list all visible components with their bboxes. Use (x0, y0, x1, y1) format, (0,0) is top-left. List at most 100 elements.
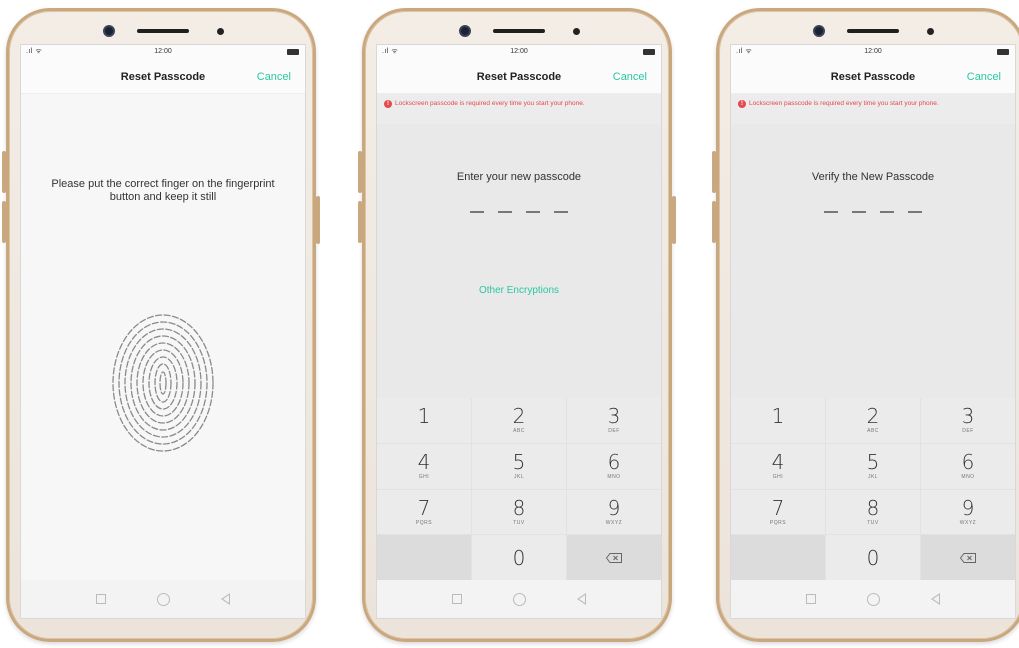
status-time: 12:00 (154, 48, 172, 55)
key-digit: 3 (607, 404, 621, 429)
home-icon[interactable] (512, 592, 526, 606)
key-empty (731, 535, 825, 580)
key-digit: 5 (866, 450, 880, 475)
warning-text: Lockscreen passcode is required every ti… (749, 100, 939, 107)
cancel-button[interactable]: Cancel (613, 71, 647, 83)
alert-icon: ! (738, 100, 746, 108)
passcode-slot (852, 211, 866, 213)
key-6[interactable]: 6 MNO (567, 443, 661, 489)
passcode-slot (554, 211, 568, 213)
passcode-prompt: Enter your new passcode (456, 171, 582, 183)
passcode-slot (498, 211, 512, 213)
proximity-sensor (573, 28, 580, 35)
key-9[interactable]: 9 WXYZ (921, 489, 1015, 535)
key-2[interactable]: 2 ABC (472, 398, 566, 443)
passcode-prompt: Verify the New Passcode (811, 171, 935, 183)
phone-verify-passcode-screen: .ıl ᯤ 12:00 Reset Passcode Cancel ! Lock… (712, 8, 1019, 642)
speaker-grille (847, 29, 899, 33)
speaker-grille (493, 29, 545, 33)
key-digit: 6 (607, 450, 621, 475)
key-1[interactable]: 1 (377, 398, 471, 443)
screen: .ıl ᯤ 12:00 Reset Passcode Cancel ! Lock… (376, 44, 662, 619)
key-4[interactable]: 4 GHI (731, 443, 825, 489)
system-nav-bar (731, 580, 1015, 618)
key-letters: PQRS (415, 519, 433, 526)
back-icon[interactable] (220, 593, 230, 605)
key-digit: 8 (866, 495, 880, 520)
passcode-dots (377, 211, 661, 213)
key-3[interactable]: 3 DEF (567, 398, 661, 443)
passcode-slot (908, 211, 922, 213)
recent-apps-icon[interactable] (806, 594, 817, 604)
system-nav-bar (377, 580, 661, 618)
home-icon[interactable] (866, 592, 880, 606)
key-digit: 9 (961, 495, 975, 520)
phone-enter-passcode-screen: .ıl ᯤ 12:00 Reset Passcode Cancel ! Lock… (358, 8, 676, 642)
nav-bar: Reset Passcode Cancel (21, 59, 305, 94)
key-5[interactable]: 5 JKL (826, 443, 920, 489)
cancel-button[interactable]: Cancel (967, 71, 1001, 83)
key-digit: 0 (512, 545, 526, 570)
key-7[interactable]: 7 PQRS (377, 489, 471, 535)
key-digit: 0 (866, 545, 880, 570)
key-4[interactable]: 4 GHI (377, 443, 471, 489)
key-9[interactable]: 9 WXYZ (567, 489, 661, 535)
screen: .ıl ᯤ 12:00 Reset Passcode Cancel Please… (20, 44, 306, 619)
key-letters: DEF (962, 428, 974, 435)
battery-icon (643, 49, 655, 55)
backspace-icon (606, 552, 622, 563)
backspace-button[interactable] (567, 535, 661, 580)
screen: .ıl ᯤ 12:00 Reset Passcode Cancel ! Lock… (730, 44, 1016, 619)
phone-fingerprint-screen: .ıl ᯤ 12:00 Reset Passcode Cancel Please… (2, 8, 320, 642)
numeric-keypad: 1 2 ABC 3 DEF 4 GHI 5 JKL 6 MNO 7 PQRS 8 TUV 9W… (731, 398, 1015, 580)
key-digit: 7 (771, 495, 785, 520)
status-bar: .ıl ᯤ 12:00 (731, 45, 1015, 59)
status-bar: .ıl ᯤ 12:00 (21, 45, 305, 59)
key-digit: 2 (512, 404, 526, 429)
cancel-button[interactable]: Cancel (257, 71, 291, 83)
passcode-slot (824, 211, 838, 213)
home-icon[interactable] (156, 592, 170, 606)
proximity-sensor (927, 28, 934, 35)
backspace-icon (960, 552, 976, 563)
recent-apps-icon[interactable] (452, 594, 463, 604)
key-0[interactable]: 0 (472, 535, 566, 580)
key-digit: 1 (417, 404, 431, 429)
passcode-slot (880, 211, 894, 213)
warning-text: Lockscreen passcode is required every ti… (395, 100, 585, 107)
front-camera-icon (459, 25, 471, 37)
nav-bar: Reset Passcode Cancel (377, 59, 661, 94)
alert-icon: ! (384, 100, 392, 108)
key-6[interactable]: 6 MNO (921, 443, 1015, 489)
key-digit: 8 (512, 495, 526, 520)
key-5[interactable]: 5 JKL (472, 443, 566, 489)
numeric-keypad: 1 2 ABC 3 DEF 4 GHI 5 JKL 6 MNO 7 PQRS 8 TUV 9W… (377, 398, 661, 580)
key-letters: WXYZ (605, 519, 623, 526)
key-letters: TUV (513, 519, 525, 526)
key-letters: TUV (867, 519, 879, 526)
backspace-button[interactable] (921, 535, 1015, 580)
battery-icon (287, 49, 299, 55)
key-8[interactable]: 8 TUV (472, 489, 566, 535)
key-1[interactable]: 1 (731, 398, 825, 443)
key-8[interactable]: 8 TUV (826, 489, 920, 535)
key-digit: 2 (866, 404, 880, 429)
key-empty (377, 535, 471, 580)
status-time: 12:00 (510, 48, 528, 55)
key-3[interactable]: 3 DEF (921, 398, 1015, 443)
back-icon[interactable] (576, 593, 586, 605)
key-letters: DEF (608, 428, 620, 435)
proximity-sensor (217, 28, 224, 35)
fingerprint-icon (112, 314, 214, 452)
key-digit: 4 (417, 450, 431, 475)
key-0[interactable]: 0 (826, 535, 920, 580)
battery-icon (997, 49, 1009, 55)
key-letters: JKL (867, 474, 879, 481)
other-encryptions-link[interactable]: Other Encryptions (377, 285, 661, 296)
key-7[interactable]: 7 PQRS (731, 489, 825, 535)
key-2[interactable]: 2 ABC (826, 398, 920, 443)
back-icon[interactable] (930, 593, 940, 605)
key-digit: 9 (607, 495, 621, 520)
recent-apps-icon[interactable] (96, 594, 107, 604)
key-letters: MNO (961, 474, 975, 481)
